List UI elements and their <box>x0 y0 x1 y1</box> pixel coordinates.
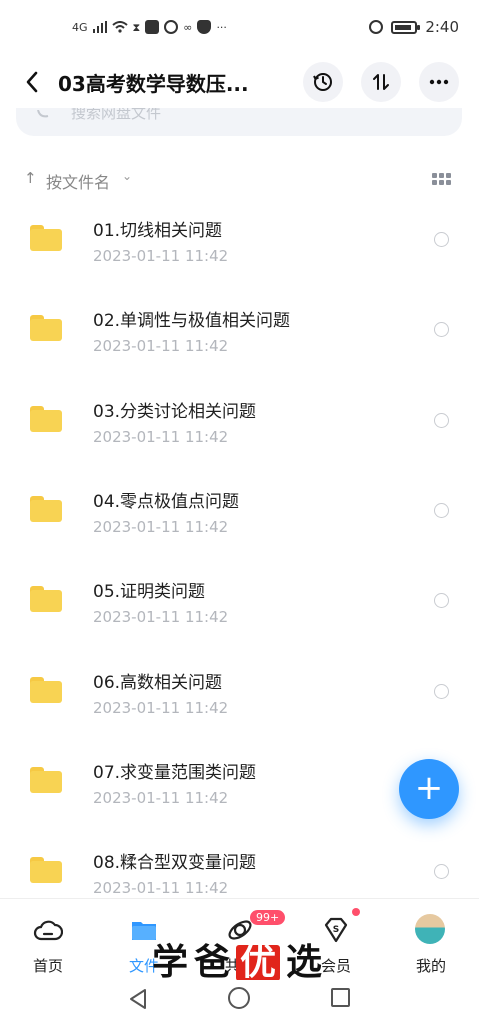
tab-home-label: 首页 <box>32 957 63 975</box>
status-icons-left: 4G ⧗ ∞ ··· <box>72 17 227 37</box>
search-input[interactable]: 搜索网盘文件 <box>16 108 462 136</box>
security-icon <box>197 20 212 34</box>
file-date: 2023-01-11 11:42 <box>93 789 229 807</box>
tab-home[interactable]: 首页 <box>16 909 80 979</box>
file-name: 05.证明类问题 <box>93 582 206 602</box>
vip-notification-dot <box>352 908 360 916</box>
file-name: 07.求变量范围类问题 <box>93 763 257 783</box>
cloud-sync-icon: ∞ <box>183 20 193 34</box>
tab-mine-label: 我的 <box>415 957 446 975</box>
file-name: 08.糅合型双变量问题 <box>93 853 257 873</box>
cloud-home-icon <box>33 920 63 941</box>
list-item[interactable]: 03.分类讨论相关问题 2023-01-11 11:42 <box>0 381 479 471</box>
search-placeholder: 搜索网盘文件 <box>71 108 162 122</box>
hourglass-icon: ⧗ <box>132 20 141 34</box>
select-radio[interactable] <box>434 232 449 247</box>
folder-icon <box>30 767 62 793</box>
folder-icon <box>30 315 62 341</box>
avatar[interactable] <box>415 914 445 944</box>
file-date: 2023-01-11 11:42 <box>93 879 229 897</box>
watermark-char: 爸 <box>194 942 231 983</box>
vip-diamond-icon: S <box>324 917 348 943</box>
folder-icon <box>30 857 62 883</box>
watermark-char: 学 <box>152 942 189 983</box>
sort-by-name-button[interactable]: 按文件名 <box>46 169 110 193</box>
file-name: 03.分类讨论相关问题 <box>93 402 257 422</box>
folder-icon <box>30 586 62 612</box>
select-radio[interactable] <box>434 864 449 879</box>
file-name: 02.单调性与极值相关问题 <box>93 311 291 331</box>
chevron-down-icon[interactable]: ⌄ <box>122 169 132 183</box>
file-date: 2023-01-11 11:42 <box>93 699 229 717</box>
select-radio[interactable] <box>434 684 449 699</box>
list-item[interactable]: 04.零点极值点问题 2023-01-11 11:42 <box>0 471 479 561</box>
signal-icon <box>92 21 107 33</box>
top-app-bar: 03高考数学导数压... <box>0 54 479 112</box>
system-recents-icon[interactable] <box>331 988 350 1007</box>
list-item[interactable]: 02.单调性与极值相关问题 2023-01-11 11:42 <box>0 290 479 380</box>
file-name: 04.零点极值点问题 <box>93 492 240 512</box>
app-notification-icon <box>145 20 160 34</box>
page-title: 03高考数学导数压... <box>58 72 249 96</box>
file-date: 2023-01-11 11:42 <box>93 518 229 536</box>
file-date: 2023-01-11 11:42 <box>93 247 229 265</box>
list-item[interactable]: 05.证明类问题 2023-01-11 11:42 <box>0 561 479 651</box>
grid-view-icon[interactable] <box>432 173 451 185</box>
system-home-icon[interactable] <box>228 987 250 1009</box>
list-item[interactable]: 06.高数相关问题 2023-01-11 11:42 <box>0 652 479 742</box>
system-nav-bar <box>0 980 479 1024</box>
select-radio[interactable] <box>434 503 449 518</box>
more-horizontal-icon <box>429 79 449 85</box>
sort-row: ↑ 按文件名 ⌄ <box>0 165 479 195</box>
list-item[interactable]: 01.切线相关问题 2023-01-11 11:42 <box>0 200 479 290</box>
svg-text:S: S <box>333 925 339 935</box>
add-button[interactable]: + <box>399 759 459 819</box>
folder-icon <box>30 496 62 522</box>
file-date: 2023-01-11 11:42 <box>93 608 229 626</box>
chevron-left-icon <box>26 71 38 93</box>
shield-notification-icon <box>164 20 179 34</box>
wifi-icon <box>111 21 128 33</box>
clock: 2:40 <box>425 18 459 36</box>
share-badge: 99+ <box>250 910 286 925</box>
select-radio[interactable] <box>434 593 449 608</box>
transfer-arrows-icon <box>373 74 389 90</box>
select-radio[interactable] <box>434 322 449 337</box>
watermark-char-highlight: 优 <box>236 945 281 981</box>
history-button[interactable] <box>303 62 343 102</box>
transfer-button[interactable] <box>361 62 401 102</box>
file-name: 01.切线相关问题 <box>93 221 223 241</box>
select-radio[interactable] <box>434 413 449 428</box>
status-icons-right: 2:40 <box>369 17 459 37</box>
file-date: 2023-01-11 11:42 <box>93 428 229 446</box>
alarm-icon <box>369 20 384 34</box>
arrow-up-icon: ↑ <box>24 169 37 187</box>
more-button[interactable] <box>419 62 459 102</box>
system-back-icon[interactable] <box>128 988 148 1010</box>
folder-icon <box>30 677 62 703</box>
folder-icon <box>30 225 62 251</box>
file-date: 2023-01-11 11:42 <box>93 337 229 355</box>
folder-icon <box>30 406 62 432</box>
history-icon <box>313 73 332 91</box>
battery-icon <box>391 20 421 34</box>
plus-icon: + <box>414 767 444 808</box>
network-type: 4G <box>72 20 88 34</box>
search-icon <box>37 110 49 118</box>
file-name: 06.高数相关问题 <box>93 673 223 693</box>
status-bar: 4G ⧗ ∞ ··· 2:40 <box>0 0 479 54</box>
more-notifications-icon: ··· <box>216 20 227 34</box>
back-button[interactable] <box>16 66 48 98</box>
watermark-char: 选 <box>286 942 323 983</box>
